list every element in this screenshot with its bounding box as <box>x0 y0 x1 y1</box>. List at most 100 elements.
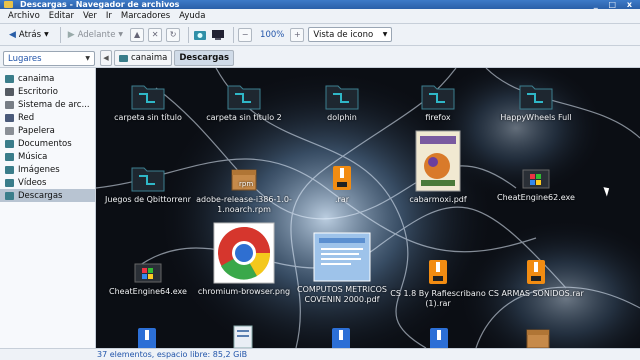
chevron-down-icon[interactable]: ▼ <box>44 31 49 38</box>
app-icon <box>4 1 13 8</box>
exe-icon <box>522 169 550 189</box>
file-item[interactable]: firefox <box>388 80 488 123</box>
status-text: 37 elementos, espacio libre: 85,2 GiB <box>97 350 248 359</box>
sidebar-item-canaima[interactable]: canaima <box>0 72 95 85</box>
breadcrumb-label: Descargas <box>179 53 230 63</box>
breadcrumb-descargas[interactable]: Descargas <box>174 50 235 66</box>
folder-icon <box>5 191 14 200</box>
sidebar-item-red[interactable]: Red <box>0 111 95 124</box>
sidebar-item-imagenes[interactable]: Imágenes <box>0 163 95 176</box>
sidebar-item-label: canaima <box>18 73 55 84</box>
menu-ayuda[interactable]: Ayuda <box>179 11 205 21</box>
package-icon: rpm <box>231 169 257 191</box>
places-selector[interactable]: Lugares ▼ <box>3 51 95 66</box>
folder-icon <box>325 85 359 110</box>
document-icon[interactable] <box>232 324 254 348</box>
file-item[interactable]: rpm adobe-release-i386-1.0-1.noarch.rpm <box>194 164 294 215</box>
chevron-down-icon[interactable]: ▼ <box>118 31 123 38</box>
home-folder-icon <box>5 74 14 83</box>
chevron-down-icon: ▼ <box>382 31 388 38</box>
computer-button[interactable] <box>211 28 225 42</box>
window-controls[interactable]: _ □ x <box>594 0 636 9</box>
reload-icon: ↻ <box>169 30 177 39</box>
file-name: CheatEngine62.exe <box>497 193 575 202</box>
sidebar-item-videos[interactable]: Vídeos <box>0 176 95 189</box>
file-item[interactable]: HappyWheels Full <box>486 80 586 123</box>
file-item[interactable]: carpeta sin título 2 <box>194 80 294 123</box>
file-name: dolphin <box>327 113 357 122</box>
file-item[interactable]: dolphin <box>292 80 392 123</box>
archive-icon[interactable] <box>136 326 158 348</box>
zoom-out-button[interactable]: − <box>238 27 253 42</box>
sidebar-item-filesystem[interactable]: Sistema de arc... <box>0 98 95 111</box>
zoom-in-button[interactable]: + <box>290 27 305 42</box>
file-name: .rar <box>334 195 350 204</box>
sidebar: canaima Escritorio Sistema de arc... Red… <box>0 68 96 348</box>
sidebar-item-label: Escritorio <box>18 86 58 97</box>
archive-icon[interactable] <box>330 326 352 348</box>
folder-icon <box>5 178 14 187</box>
file-item[interactable]: Juegos de Qbittorrenr <box>98 162 198 205</box>
forward-arrow-icon: ▶ <box>67 29 75 40</box>
folder-icon <box>5 165 14 174</box>
breadcrumb-left-button[interactable]: ◀ <box>100 50 112 66</box>
file-name: adobe-release-i386-1.0-1.noarch.rpm <box>196 195 292 214</box>
file-item[interactable]: .rar <box>292 164 392 205</box>
up-button[interactable]: ▲ <box>130 27 145 42</box>
file-view[interactable]: carpeta sin título carpeta sin título 2 … <box>96 68 640 348</box>
file-item[interactable]: CS ARMAS SONIDOS.rar <box>486 258 586 299</box>
file-name: carpeta sin título 2 <box>206 113 282 122</box>
file-item[interactable]: COMPUTOS METRICOS COVENIN 2000.pdf <box>292 232 392 305</box>
view-mode-value: Vista de icono <box>313 29 374 40</box>
chevron-down-icon: ▼ <box>85 55 90 62</box>
computer-icon <box>212 29 225 40</box>
chevron-left-icon: ◀ <box>103 54 109 62</box>
sidebar-item-musica[interactable]: Música <box>0 150 95 163</box>
stop-icon: ✕ <box>151 30 159 39</box>
breadcrumb-label: canaima <box>131 53 168 63</box>
sidebar-item-label: Red <box>18 112 35 123</box>
file-name: cabarmoxi.pdf <box>409 195 467 204</box>
zoom-level[interactable]: 100% <box>260 30 284 40</box>
view-mode-select[interactable]: Vista de icono ▼ <box>308 27 393 42</box>
folder-icon <box>519 85 553 110</box>
toolbar: ◀ Atrás ▼ ▶ Adelante ▼ ▲ ✕ ↻ − 100% + Vi… <box>0 24 640 46</box>
menu-editar[interactable]: Editar <box>49 11 74 21</box>
menu-archivo[interactable]: Archivo <box>8 11 40 21</box>
file-name: firefox <box>425 113 451 122</box>
file-item[interactable]: CS 1.8 By Rafiescribano (1).rar <box>388 258 488 309</box>
archive-icon[interactable] <box>428 326 450 348</box>
package-icon[interactable] <box>524 324 552 348</box>
back-button[interactable]: ◀ Atrás ▼ <box>6 27 52 43</box>
menu-ver[interactable]: Ver <box>83 11 97 21</box>
menu-ir[interactable]: Ir <box>106 11 112 21</box>
sidebar-item-documentos[interactable]: Documentos <box>0 137 95 150</box>
file-name: chromium-browser.png <box>197 287 291 296</box>
sidebar-item-descargas[interactable]: Descargas <box>0 189 95 202</box>
sidebar-item-escritorio[interactable]: Escritorio <box>0 85 95 98</box>
folder-icon <box>421 85 455 110</box>
sidebar-item-label: Vídeos <box>18 177 47 188</box>
stop-button[interactable]: ✕ <box>148 27 163 42</box>
file-item[interactable]: chromium-browser.png <box>194 222 294 297</box>
reload-button[interactable]: ↻ <box>166 27 181 42</box>
forward-button[interactable]: ▶ Adelante ▼ <box>65 27 126 43</box>
sidebar-item-label: Sistema de arc... <box>18 99 90 110</box>
archive-icon <box>527 260 545 284</box>
file-item[interactable]: CheatEngine64.exe <box>98 262 198 297</box>
menu-marcadores[interactable]: Marcadores <box>121 11 170 21</box>
file-item[interactable]: cabarmoxi.pdf <box>388 130 488 205</box>
folder-icon <box>5 139 14 148</box>
window-title: Descargas - Navegador de archivos <box>20 0 180 9</box>
file-item[interactable]: carpeta sin título <box>98 80 198 123</box>
sidebar-item-label: Documentos <box>18 138 72 149</box>
svg-text:rpm: rpm <box>239 180 253 188</box>
home-button[interactable] <box>193 28 207 42</box>
file-item[interactable]: CheatEngine62.exe <box>486 168 586 203</box>
trash-icon <box>5 126 14 135</box>
home-folder-icon <box>119 54 128 62</box>
sidebar-item-papelera[interactable]: Papelera <box>0 124 95 137</box>
toolbar-separator <box>59 26 61 43</box>
folder-icon <box>131 167 165 192</box>
breadcrumb-canaima[interactable]: canaima <box>114 50 173 66</box>
